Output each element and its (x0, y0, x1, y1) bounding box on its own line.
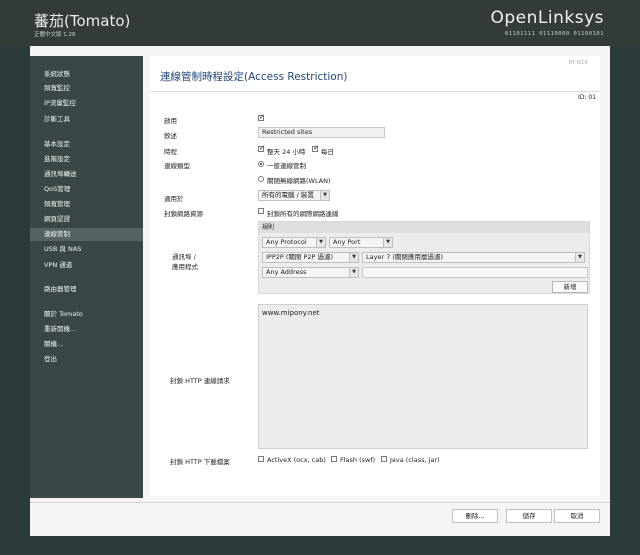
http-block-textarea[interactable]: www.mipony.net (258, 304, 588, 449)
activex-checkbox[interactable] (258, 456, 264, 462)
description-input[interactable]: Restricted sites (258, 127, 385, 138)
type-wlan-radio[interactable] (258, 176, 264, 182)
ipp2p-select-value: IPP2P (關閉 P2P 過濾) (266, 253, 334, 261)
chevron-down-icon: ▼ (320, 191, 329, 200)
everyday-label: 每日 (321, 148, 334, 156)
sidebar-item-ip-traffic[interactable]: IP流量監控 (30, 97, 143, 110)
sidebar-item-status[interactable]: 系統狀態 (30, 68, 143, 81)
block-all-checkbox[interactable] (258, 208, 264, 214)
chevron-down-icon: ▼ (383, 238, 392, 247)
applies-select[interactable]: 所有的電腦 / 裝置 ▼ (258, 190, 330, 201)
sidebar-item-access-restriction[interactable]: 連線管制 (30, 228, 143, 241)
port-select[interactable]: Any Port ▼ (329, 237, 393, 248)
sidebar-item-vpn[interactable]: VPN 通道 (30, 259, 143, 272)
sidebar-item-admin[interactable]: 路由器管理 (30, 283, 143, 296)
brand-name: 蕃茄(Tomato) (34, 12, 131, 30)
cancel-button[interactable]: 取消 (554, 509, 600, 523)
download-block-label: 封鎖 HTTP 下載檔案 (170, 458, 230, 466)
sidebar-item-about[interactable]: 關於 Tomato (30, 308, 143, 321)
layer7-select[interactable]: Layer 7 (關閉應用層過濾) ▼ (362, 252, 585, 263)
applies-label: 適用於 (164, 195, 184, 203)
applies-select-value: 所有的電腦 / 裝置 (262, 191, 314, 199)
description-label: 敘述 (164, 132, 177, 140)
protocol-select[interactable]: Any Protocol ▼ (262, 237, 326, 248)
sidebar-item-bandwidth[interactable]: 頻寬監控 (30, 82, 143, 95)
openlinksys-logo: OpenLinksys (490, 8, 604, 28)
content-panel: RT-N16 連線管制時程設定(Access Restriction) ID: … (150, 56, 600, 496)
schedule-label: 時程 (164, 148, 177, 156)
sidebar-item-reboot[interactable]: 重新開機... (30, 323, 143, 336)
rule-id: ID: 01 (578, 94, 596, 101)
allday-checkbox[interactable] (258, 144, 265, 152)
java-checkbox[interactable] (381, 456, 387, 462)
sidebar-item-qos[interactable]: QoS管理 (30, 183, 143, 196)
enabled-label: 啟用 (164, 117, 177, 125)
sidebar-item-bw-limiter[interactable]: 頻寬管理 (30, 198, 143, 211)
block-all-text: 封鎖所有的網際網路連線 (267, 210, 339, 218)
flash-label: Flash (swf) (340, 456, 376, 464)
type-normal-label: 一般連線管制 (267, 162, 306, 170)
chevron-down-icon: ▼ (575, 253, 584, 262)
address-select-value: Any Address (266, 268, 307, 276)
address-input[interactable] (362, 267, 588, 278)
title-divider (150, 91, 600, 92)
firmware-version: 正體中文版 1.28 (34, 32, 76, 38)
port-app-label: 通訊埠 / 應用程式 (172, 253, 198, 271)
app-header: 蕃茄(Tomato) 正體中文版 1.28 OpenLinksys 011011… (0, 0, 640, 46)
sidebar-item-basic[interactable]: 基本設定 (30, 138, 143, 151)
add-rule-button[interactable]: 新增 (552, 281, 588, 293)
everyday-checkbox[interactable] (312, 144, 319, 152)
sidebar-nav: 系統狀態 頻寬監控 IP流量監控 診斷工具 基本設定 進階設定 通訊埠轉送 Qo… (30, 56, 143, 498)
protocol-select-value: Any Protocol (266, 238, 307, 246)
port-select-value: Any Port (333, 238, 361, 246)
sidebar-item-usb-nas[interactable]: USB 與 NAS (30, 243, 143, 256)
type-label: 連線類型 (164, 162, 190, 170)
layer7-select-value: Layer 7 (關閉應用層過濾) (366, 253, 443, 261)
java-label: Java (class, jar) (390, 456, 440, 464)
sidebar-item-captive-portal[interactable]: 網頁認證 (30, 213, 143, 226)
sidebar-item-port-forward[interactable]: 通訊埠轉送 (30, 168, 143, 181)
http-block-label: 封鎖 HTTP 連線請求 (170, 377, 230, 385)
sidebar-item-shutdown[interactable]: 關機... (30, 338, 143, 351)
block-resources-label: 封鎖網路資源 (164, 210, 203, 218)
chevron-down-icon: ▼ (349, 253, 358, 262)
router-model: RT-N16 (568, 60, 588, 66)
type-wlan-label: 關閉無線網路(WLAN) (267, 177, 331, 185)
page-title: 連線管制時程設定(Access Restriction) (160, 71, 348, 83)
rules-header: 規則 (259, 222, 589, 233)
save-button[interactable]: 儲存 (506, 509, 552, 523)
flash-checkbox[interactable] (331, 456, 337, 462)
sidebar-item-tools[interactable]: 診斷工具 (30, 113, 143, 126)
rules-box: 規則 Any Protocol ▼ Any Port ▼ IPP2P (關閉 P… (258, 221, 590, 294)
activex-label: ActiveX (ocx, cab) (267, 456, 326, 464)
logo-binary-tagline: 01101111 01110000 01100101 (504, 31, 604, 37)
chevron-down-icon: ▼ (349, 268, 358, 277)
delete-button[interactable]: 刪除... (452, 509, 498, 523)
footer-divider (30, 502, 610, 503)
chevron-down-icon: ▼ (316, 238, 325, 247)
ipp2p-select[interactable]: IPP2P (關閉 P2P 過濾) ▼ (262, 252, 359, 263)
address-select[interactable]: Any Address ▼ (262, 267, 359, 278)
allday-label: 整天 24 小時 (267, 148, 306, 156)
enabled-checkbox[interactable] (258, 113, 265, 121)
type-normal-radio[interactable] (258, 161, 264, 167)
sidebar-item-logout[interactable]: 登出 (30, 353, 143, 366)
sidebar-item-advanced[interactable]: 進階設定 (30, 153, 143, 166)
